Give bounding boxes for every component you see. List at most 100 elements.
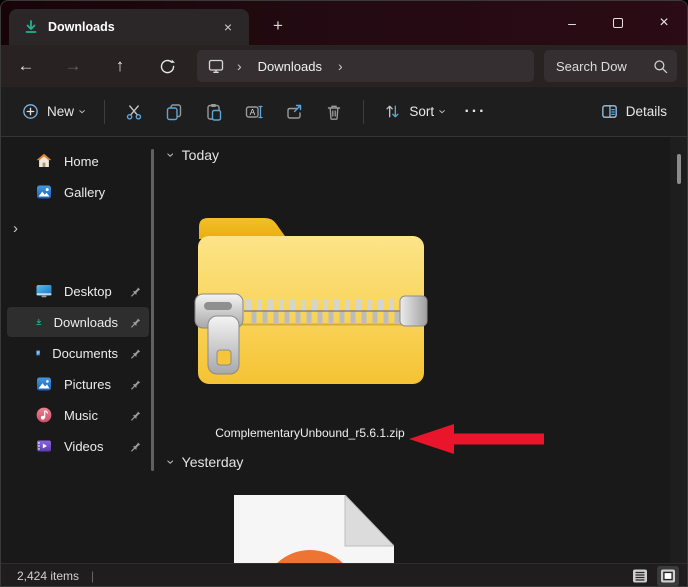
paste-icon	[204, 102, 224, 122]
close-button[interactable]: ×	[641, 1, 687, 45]
scrollbar-thumb[interactable]	[677, 154, 681, 184]
ellipsis-icon: ···	[464, 103, 486, 121]
cut-button[interactable]	[114, 95, 154, 129]
rename-button[interactable]: A	[234, 95, 274, 129]
toolbar-divider	[363, 100, 364, 124]
sidebar-item-videos[interactable]: Videos	[7, 431, 149, 461]
sidebar-item-gallery[interactable]: Gallery	[7, 177, 149, 207]
chevron-down-icon: ›	[76, 109, 91, 113]
sidebar-item-downloads[interactable]: Downloads	[7, 307, 149, 337]
pin-icon	[129, 285, 141, 297]
tab-close-button[interactable]: ×	[217, 16, 239, 38]
document-icon	[234, 495, 394, 563]
gallery-icon	[35, 183, 53, 201]
new-tab-button[interactable]: +	[263, 11, 293, 41]
sidebar-item-desktop[interactable]: Desktop	[7, 276, 149, 306]
delete-button[interactable]	[314, 95, 354, 129]
red-arrow-annotation	[409, 424, 544, 454]
search-text: Search Dow	[556, 59, 652, 74]
group-header-today[interactable]: › Today	[169, 147, 219, 163]
copy-button[interactable]	[154, 95, 194, 129]
this-pc-icon	[207, 57, 225, 75]
scrollbar-track[interactable]	[670, 137, 687, 563]
paste-button[interactable]	[194, 95, 234, 129]
breadcrumb-separator: ›	[229, 58, 250, 74]
music-icon	[35, 406, 53, 424]
sidebar-gap	[1, 241, 161, 275]
breadcrumb-downloads[interactable]: Downloads	[254, 57, 326, 76]
sidebar-scrollbar[interactable]	[151, 149, 154, 471]
file-explorer-window: Downloads × + – × ← → ↑	[0, 0, 688, 587]
list-view-icon	[632, 568, 648, 584]
large-icons-view-button[interactable]	[657, 566, 679, 586]
circle-plus-icon	[21, 102, 40, 121]
chevron-down-icon: ›	[163, 460, 179, 465]
status-bar: 2,424 items |	[1, 563, 687, 587]
sort-icon	[383, 102, 402, 121]
tab-downloads[interactable]: Downloads ×	[9, 9, 249, 45]
maximize-icon	[613, 18, 623, 28]
sidebar-expander-chevron[interactable]: ›	[1, 215, 161, 241]
details-view-button[interactable]	[629, 566, 651, 586]
sidebar-item-label: Gallery	[64, 185, 105, 200]
home-icon	[35, 152, 53, 170]
forward-button[interactable]: →	[56, 50, 90, 82]
pictures-icon	[35, 375, 53, 393]
tab-title: Downloads	[48, 20, 208, 34]
yesterday-file-item[interactable]	[234, 495, 394, 563]
title-bar: Downloads × + – ×	[1, 1, 687, 45]
chevron-down-icon: ›	[436, 109, 451, 113]
svg-text:A: A	[250, 107, 256, 117]
trash-icon	[324, 102, 344, 122]
pin-icon	[129, 378, 141, 390]
pin-icon	[129, 316, 141, 328]
sidebar-item-pictures[interactable]: Pictures	[7, 369, 149, 399]
address-bar[interactable]: › Downloads ›	[197, 50, 534, 82]
zip-file-item[interactable]	[194, 201, 428, 389]
sidebar-item-label: Downloads	[54, 315, 118, 330]
new-button[interactable]: New ›	[11, 95, 95, 128]
details-button[interactable]: Details	[590, 95, 677, 128]
sidebar-item-label: Videos	[64, 439, 104, 454]
documents-icon	[35, 344, 41, 362]
pin-icon	[129, 347, 141, 359]
videos-icon	[35, 437, 53, 455]
maximize-button[interactable]	[595, 1, 641, 45]
desktop-icon	[35, 282, 53, 300]
minimize-button[interactable]: –	[549, 1, 595, 45]
share-button[interactable]	[274, 95, 314, 129]
group-label: Yesterday	[182, 454, 244, 470]
status-divider: |	[91, 569, 94, 583]
sidebar-item-label: Home	[64, 154, 99, 169]
more-options-button[interactable]: ···	[455, 95, 495, 129]
rename-icon: A	[244, 102, 264, 122]
back-button[interactable]: ←	[9, 50, 43, 82]
details-pane-icon	[600, 102, 619, 121]
breadcrumb-separator[interactable]: ›	[330, 58, 351, 74]
sidebar-item-label: Desktop	[64, 284, 112, 299]
navigation-pane: Home Gallery › Desk	[1, 137, 161, 563]
sort-button-label: Sort	[409, 104, 434, 119]
items-count: 2,424 items	[17, 569, 79, 583]
chevron-down-icon: ›	[163, 153, 179, 158]
sidebar-item-music[interactable]: Music	[7, 400, 149, 430]
pin-icon	[129, 409, 141, 421]
navigation-bar: ← → ↑ › Downloads › Search Dow	[1, 45, 687, 87]
up-button[interactable]: ↑	[103, 50, 137, 82]
search-icon	[652, 58, 669, 75]
command-bar: New › A	[1, 87, 687, 137]
refresh-button[interactable]	[150, 50, 184, 82]
file-list-area: › Today	[161, 137, 687, 563]
sort-button[interactable]: Sort ›	[373, 95, 455, 128]
group-header-yesterday[interactable]: › Yesterday	[169, 454, 243, 470]
zip-file-name[interactable]: ComplementaryUnbound_r5.6.1.zip	[184, 426, 436, 440]
sidebar-item-documents[interactable]: Documents	[7, 338, 149, 368]
search-input[interactable]: Search Dow	[544, 50, 677, 82]
sidebar-item-home[interactable]: Home	[7, 146, 149, 176]
details-button-label: Details	[626, 104, 667, 119]
copy-icon	[164, 102, 184, 122]
download-icon	[35, 313, 43, 331]
thumbnail-view-icon	[660, 568, 676, 584]
sidebar-item-label: Documents	[52, 346, 118, 361]
pin-icon	[129, 440, 141, 452]
